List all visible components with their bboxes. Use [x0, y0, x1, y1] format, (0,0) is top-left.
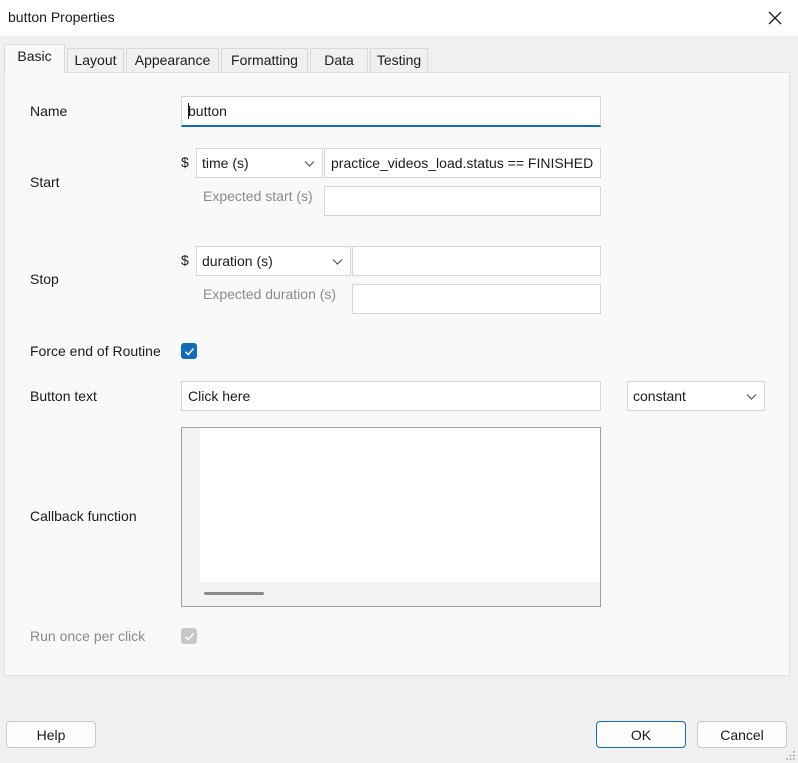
- expected-start-input[interactable]: [324, 186, 601, 216]
- basic-panel: Name button Start $ time (s) practice_vi…: [4, 72, 790, 676]
- checkmark-icon: [184, 632, 194, 641]
- name-label: Name: [30, 103, 68, 119]
- start-value-text: practice_videos_load.status == FINISHED: [331, 155, 594, 171]
- button-text-update-value: constant: [633, 388, 686, 404]
- expected-duration-input[interactable]: [352, 284, 601, 314]
- stop-type-select[interactable]: duration (s): [196, 246, 351, 276]
- name-input-value: button: [188, 103, 227, 119]
- checkmark-icon: [184, 347, 194, 356]
- tab-basic[interactable]: Basic: [4, 44, 65, 73]
- callback-code-editor[interactable]: [181, 427, 601, 607]
- name-input[interactable]: button: [181, 96, 601, 127]
- callback-label: Callback function: [30, 508, 137, 524]
- force-end-label: Force end of Routine: [30, 343, 161, 359]
- ok-button[interactable]: OK: [596, 721, 686, 748]
- button-text-label: Button text: [30, 388, 97, 404]
- close-icon: [768, 11, 782, 25]
- button-text-update-select[interactable]: constant: [627, 381, 765, 411]
- stop-type-value: duration (s): [202, 253, 273, 269]
- expected-duration-label: Expected duration (s): [203, 286, 337, 302]
- chevron-down-icon: [332, 259, 343, 265]
- tab-data[interactable]: Data: [310, 48, 368, 72]
- start-dollar-label: $: [181, 154, 189, 170]
- chevron-down-icon: [304, 161, 315, 167]
- tab-strip: Basic Layout Appearance Formatting Data …: [4, 44, 796, 73]
- scrollbar-thumb[interactable]: [204, 592, 264, 595]
- stop-label: Stop: [30, 271, 59, 287]
- window-title: button Properties: [8, 9, 115, 25]
- cancel-button[interactable]: Cancel: [697, 721, 787, 748]
- help-button[interactable]: Help: [6, 721, 96, 748]
- chevron-down-icon: [746, 394, 757, 400]
- stop-value-input[interactable]: [352, 246, 601, 276]
- resize-grip-icon[interactable]: [786, 751, 796, 761]
- tab-layout[interactable]: Layout: [67, 48, 124, 72]
- start-value-input[interactable]: practice_videos_load.status == FINISHED: [324, 148, 601, 178]
- button-text-value: Click here: [188, 388, 251, 404]
- horizontal-scrollbar[interactable]: [182, 582, 600, 606]
- run-once-label: Run once per click: [30, 628, 146, 644]
- stop-dollar-label: $: [181, 252, 189, 268]
- button-text-input[interactable]: Click here: [181, 381, 601, 411]
- tab-testing[interactable]: Testing: [370, 48, 428, 72]
- start-label: Start: [30, 174, 60, 190]
- properties-dialog: button Properties Basic Layout Appearanc…: [0, 0, 798, 763]
- start-type-value: time (s): [202, 155, 249, 171]
- tab-formatting[interactable]: Formatting: [221, 48, 308, 72]
- force-end-checkbox[interactable]: [181, 343, 197, 359]
- run-once-checkbox: [181, 628, 197, 644]
- start-type-select[interactable]: time (s): [196, 148, 323, 178]
- expected-start-label: Expected start (s): [203, 188, 313, 204]
- close-button[interactable]: [752, 0, 798, 36]
- editor-gutter: [182, 428, 200, 582]
- title-bar: button Properties: [0, 0, 798, 36]
- tab-appearance[interactable]: Appearance: [126, 48, 219, 72]
